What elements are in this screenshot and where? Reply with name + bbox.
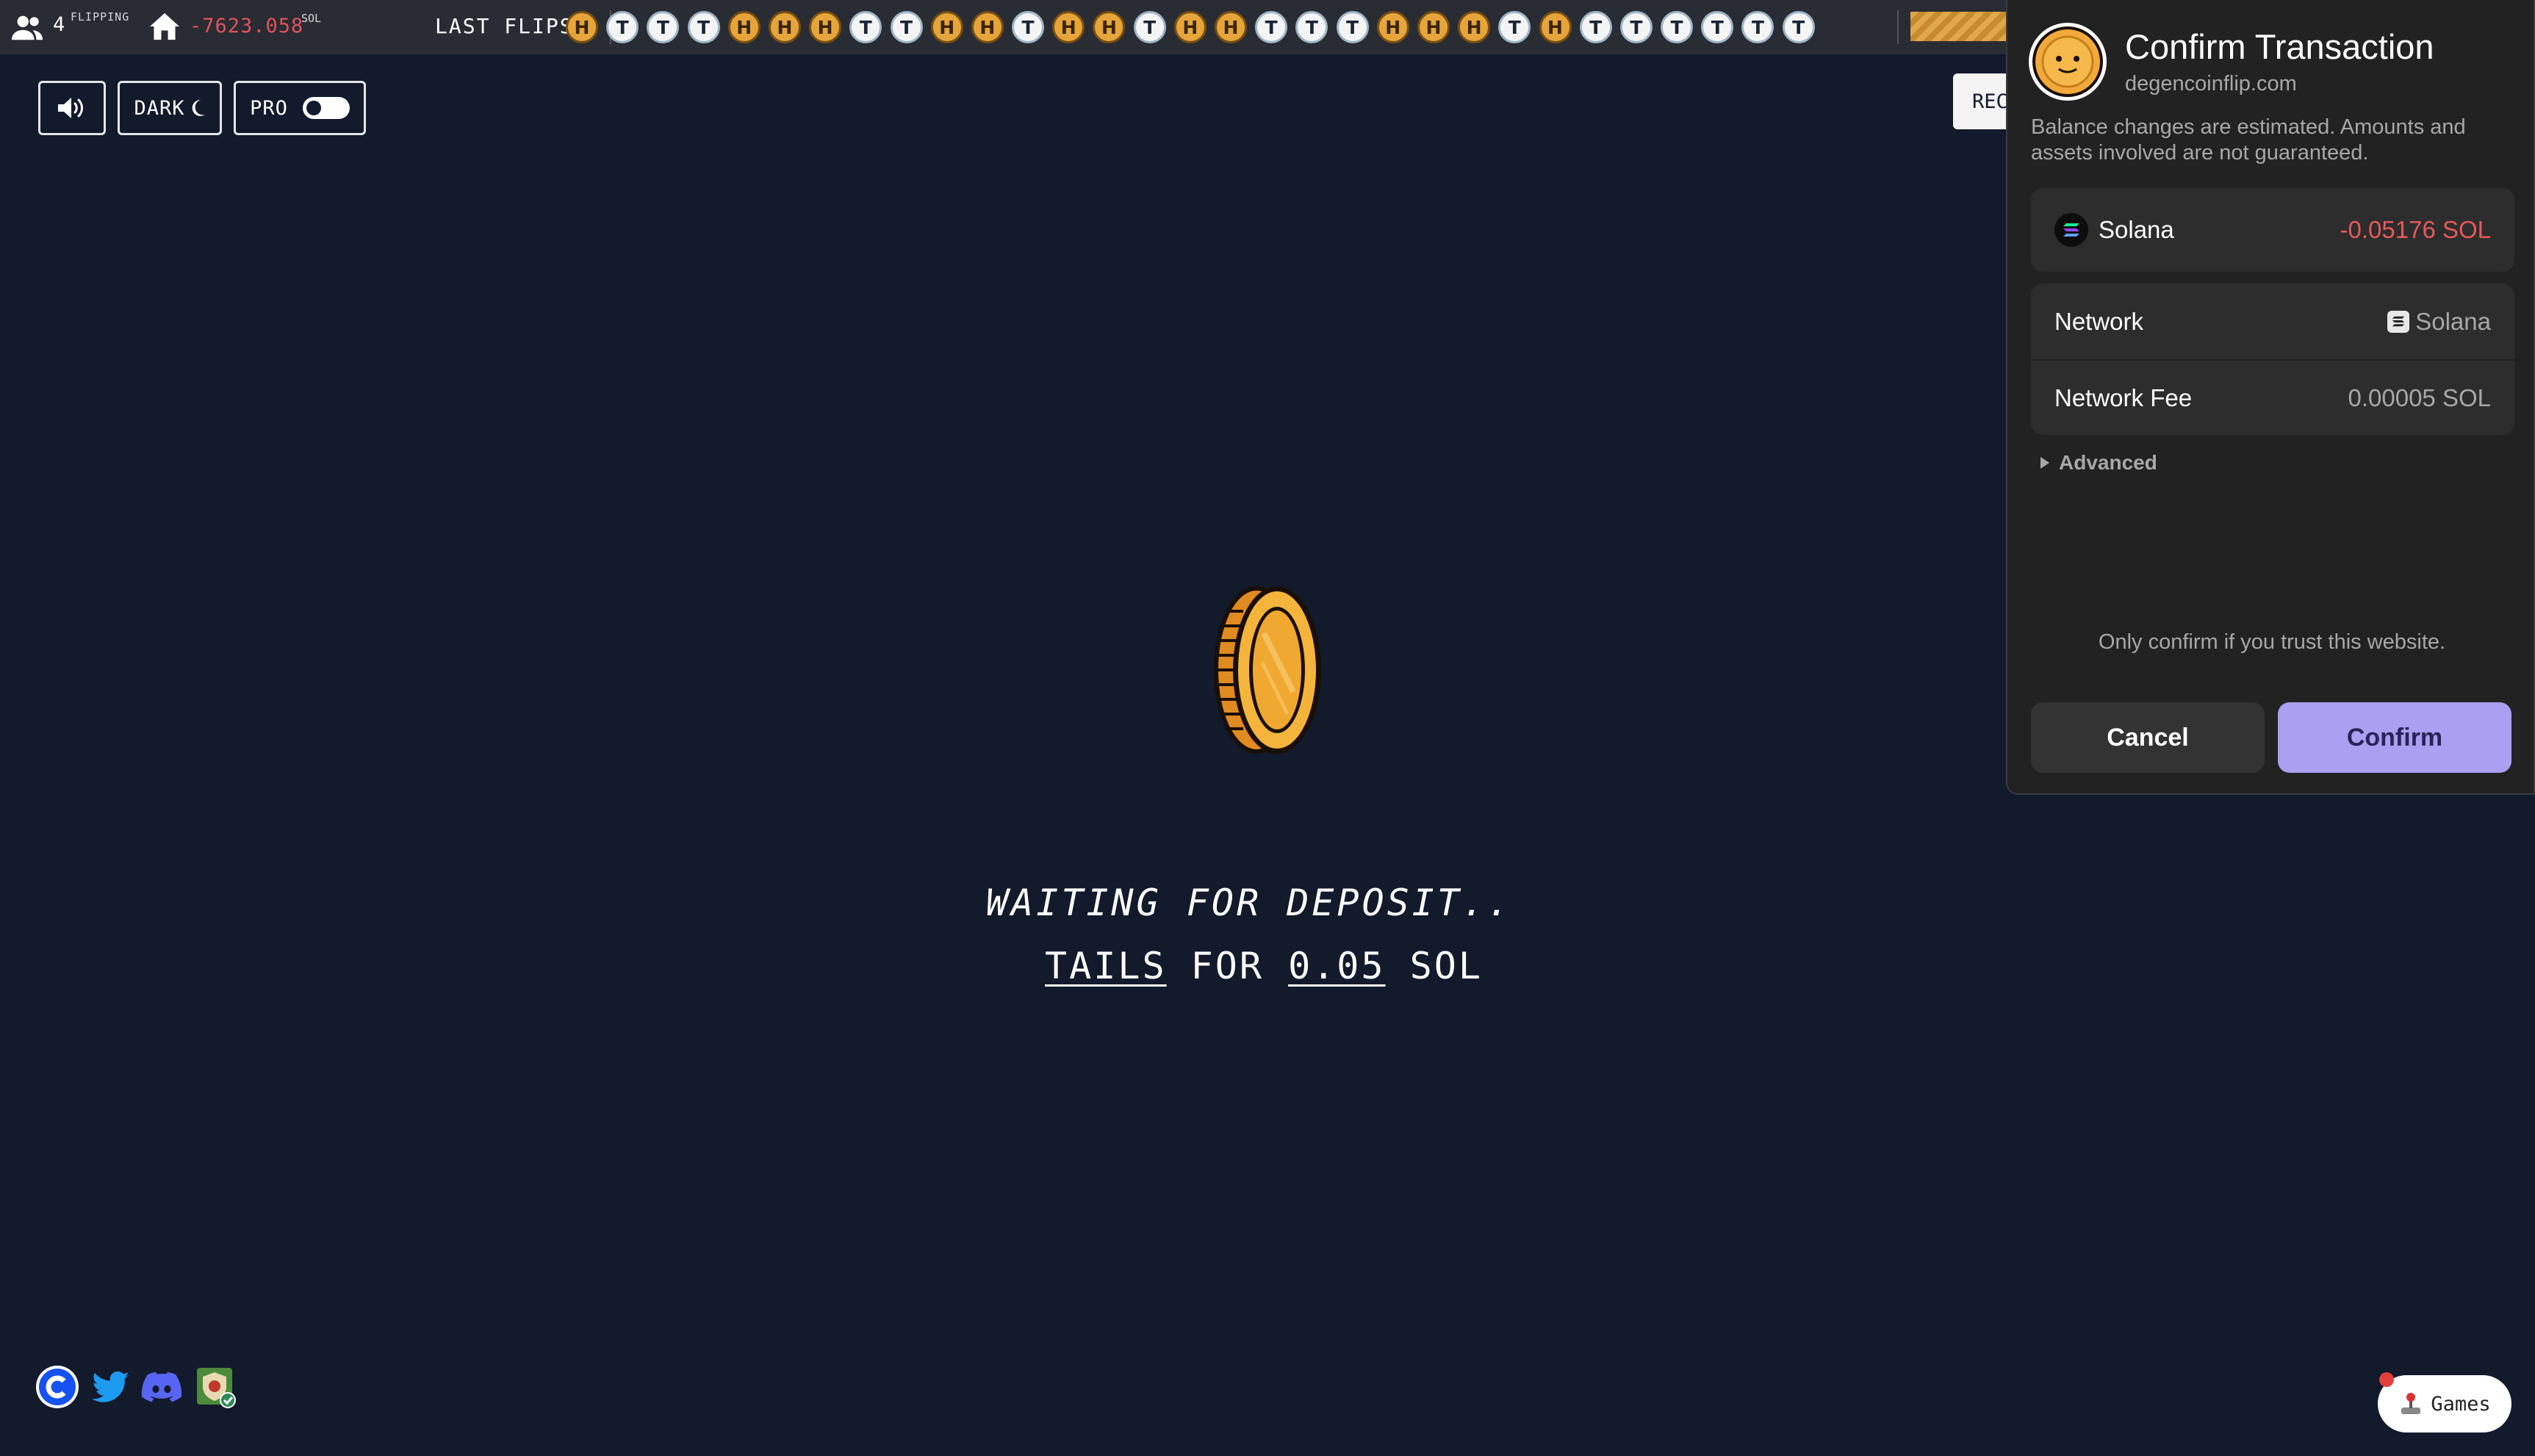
games-label: Games [2431, 1392, 2491, 1416]
flipping-label: FLIPPING [71, 10, 130, 24]
network-details-card: Network Solana Network Fee 0.00005 SOL [2031, 284, 2514, 435]
network-value-group: Solana [2387, 308, 2491, 336]
flip-result-heads: H [971, 11, 1004, 43]
flip-result-tails: T [1579, 11, 1612, 43]
flip-result-heads: H [930, 11, 963, 43]
flip-result-heads: H [768, 11, 801, 43]
flip-result-tails: T [647, 11, 680, 43]
flip-result-tails: T [1782, 11, 1815, 43]
flip-result-tails: T [1661, 11, 1694, 43]
flip-result-heads: H [566, 11, 598, 43]
network-value: Solana [2415, 307, 2491, 335]
caret-right-icon [2040, 457, 2049, 469]
last-flips-label: LAST FLIPS [435, 14, 574, 38]
users-icon [11, 15, 43, 40]
flip-result-tails: T [1498, 11, 1531, 43]
fee-label: Network Fee [2054, 383, 2193, 411]
flip-result-tails: T [1012, 11, 1045, 43]
flip-result-heads: H [809, 11, 842, 43]
deposit-status: WAITING FOR DEPOSIT.. [985, 882, 1513, 924]
advanced-label: Advanced [2059, 451, 2157, 474]
flip-result-tails: T [687, 11, 720, 43]
flip-result-tails: T [890, 11, 923, 43]
fee-value: 0.00005 SOL [2348, 383, 2492, 411]
flip-result-heads: H [1417, 11, 1450, 43]
balance-disclaimer: Balance changes are estimated. Amounts a… [2031, 115, 2466, 165]
pro-mode-label: PRO [250, 96, 288, 120]
discord-icon[interactable] [140, 1365, 184, 1409]
flip-result-heads: H [1539, 11, 1572, 43]
shield-badge-icon[interactable] [194, 1365, 238, 1409]
pro-toggle-switch[interactable] [302, 97, 350, 119]
flip-result-heads: H [1052, 11, 1085, 43]
flip-result-tails: T [849, 11, 882, 43]
asset-row: Solana [2054, 213, 2174, 247]
ticker-banner [1910, 12, 2010, 41]
sound-toggle-button[interactable] [38, 81, 106, 135]
bet-amount: 0.05 [1288, 945, 1386, 987]
advanced-toggle[interactable]: Advanced [2040, 451, 2157, 475]
flip-result-tails: T [606, 11, 639, 43]
pro-mode-button[interactable]: PRO [234, 81, 366, 135]
flip-result-heads: H [1093, 11, 1126, 43]
bet-side: TAILS [1045, 945, 1167, 987]
solana-icon [2054, 213, 2088, 247]
flip-result-tails: T [1701, 11, 1734, 43]
flip-result-tails: T [1619, 11, 1653, 43]
dialog-title: Confirm Transaction [2125, 27, 2434, 66]
confirm-button[interactable]: Confirm [2278, 702, 2511, 773]
flip-result-heads: H [727, 11, 760, 43]
balance-change-card: Solana -0.05176 SOL [2031, 188, 2514, 272]
bet-currency: SOL [1409, 945, 1483, 987]
flip-result-heads: H [1458, 11, 1491, 43]
trust-warning: Only confirm if you trust this website. [2098, 630, 2446, 654]
speaker-icon [58, 98, 83, 118]
coin-icon [1214, 586, 1321, 754]
dark-mode-label: DARK [134, 96, 185, 120]
bet-for-label: FOR [1190, 945, 1264, 987]
games-button[interactable]: Games [2378, 1375, 2511, 1432]
site-logo-icon [2029, 23, 2107, 101]
flip-result-tails: T [1336, 11, 1369, 43]
balance-unit: SOL [301, 12, 322, 25]
flip-result-tails: T [1255, 11, 1288, 43]
asset-name: Solana [2099, 216, 2174, 243]
twitter-icon[interactable] [88, 1365, 132, 1409]
home-icon[interactable] [148, 12, 181, 41]
notification-dot [2379, 1372, 2394, 1387]
dark-mode-button[interactable]: DARK [118, 81, 222, 135]
flip-result-tails: T [1295, 11, 1328, 43]
last-flips-list: HTTTHHHTTHHTHHTHHTTTHHHTHTTTTTT [566, 10, 1815, 44]
dialog-domain: degencoinflip.com [2125, 72, 2297, 95]
solana-icon [2387, 310, 2410, 333]
flip-result-heads: H [1376, 11, 1409, 43]
flip-result-heads: H [1173, 11, 1207, 43]
flip-result-tails: T [1133, 11, 1166, 43]
house-balance: -7623.058 [190, 15, 304, 37]
divider [1897, 10, 1899, 44]
flip-result-tails: T [1741, 11, 1774, 43]
coinbase-icon[interactable] [35, 1365, 79, 1409]
bet-summary: TAILS FOR 0.05 SOL [735, 945, 1793, 987]
moon-icon [192, 99, 205, 116]
joystick-icon [2401, 1393, 2421, 1414]
asset-change: -0.05176 SOL [2340, 216, 2491, 243]
cancel-button[interactable]: Cancel [2031, 702, 2265, 773]
flipping-count: 4 [53, 13, 65, 36]
flip-result-heads: H [1215, 11, 1247, 43]
confirm-transaction-dialog: Confirm Transaction degencoinflip.com Ba… [2006, 0, 2535, 795]
network-label: Network [2054, 307, 2144, 335]
